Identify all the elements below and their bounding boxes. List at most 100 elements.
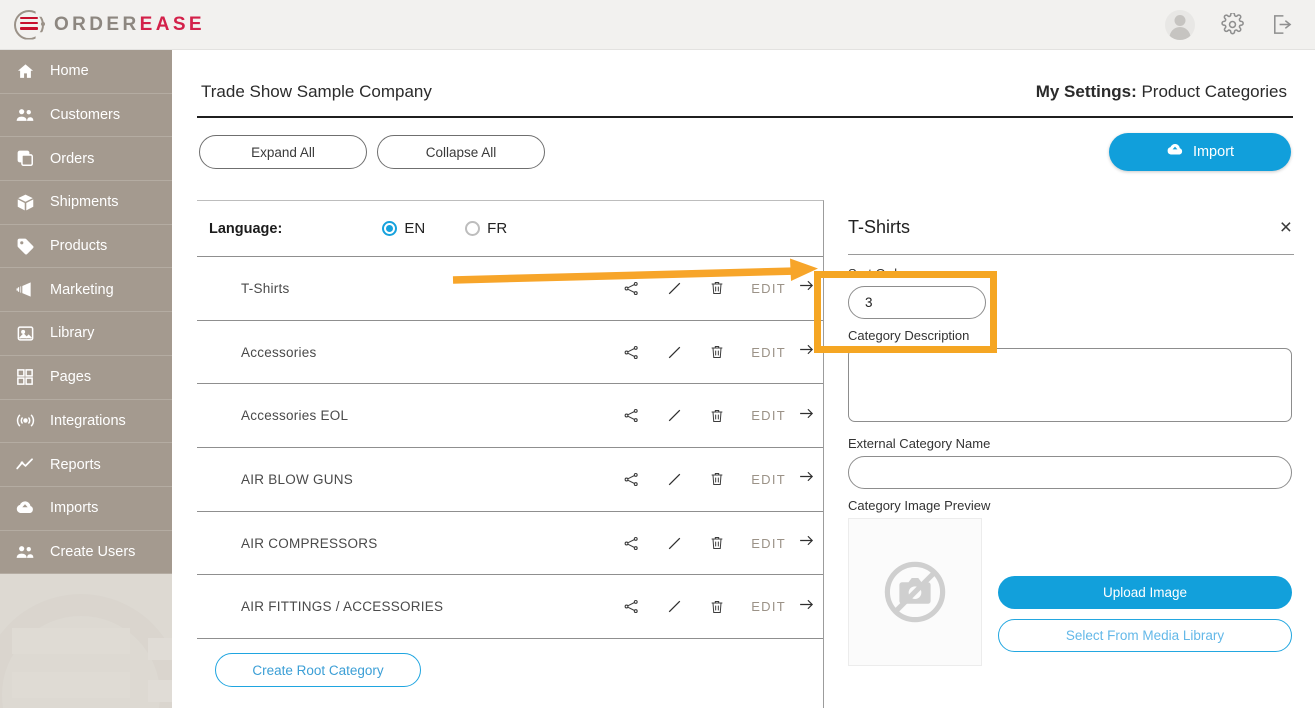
external-category-name-input[interactable] [848, 456, 1292, 489]
sidebar-item-label: Customers [50, 107, 120, 123]
detail-panel-body: Sort Order Category Description External… [824, 255, 1314, 666]
sidebar-item-shipments[interactable]: Shipments [0, 181, 172, 225]
image-preview-box [848, 518, 982, 666]
brand-logo[interactable]: ORDEREASE [0, 10, 205, 40]
edit-link[interactable]: EDIT [751, 599, 786, 614]
pencil-icon[interactable] [666, 471, 683, 488]
company-name: Trade Show Sample Company [201, 82, 432, 102]
edit-link[interactable]: EDIT [751, 281, 786, 296]
arrow-right-icon[interactable] [798, 596, 815, 618]
category-list-panel: Language: EN FR T-Shirts [197, 200, 824, 708]
category-name: T-Shirts [241, 281, 290, 296]
import-button[interactable]: Import [1109, 133, 1291, 171]
trash-icon[interactable] [709, 408, 725, 424]
edit-link[interactable]: EDIT [751, 536, 786, 551]
edit-link[interactable]: EDIT [751, 408, 786, 423]
category-description-textarea[interactable] [848, 348, 1292, 422]
trash-icon[interactable] [709, 535, 725, 551]
grid-icon [14, 368, 36, 386]
table-row[interactable]: T-Shirts EDIT [197, 257, 823, 321]
sidebar-item-label: Create Users [50, 544, 135, 560]
app-root: ORDEREASE [0, 0, 1315, 708]
close-icon[interactable]: × [1280, 217, 1292, 238]
collapse-all-button[interactable]: Collapse All [377, 135, 545, 169]
row-actions: EDIT [623, 532, 815, 554]
language-selector: Language: EN FR [197, 201, 823, 257]
trash-icon[interactable] [709, 344, 725, 360]
sidebar-item-label: Library [50, 325, 94, 341]
share-nodes-icon[interactable] [623, 471, 640, 488]
orders-icon [14, 149, 36, 168]
share-nodes-icon[interactable] [623, 535, 640, 552]
sidebar-item-library[interactable]: Library [0, 312, 172, 356]
category-name: AIR BLOW GUNS [241, 472, 353, 487]
brand-part-ease: EASE [140, 14, 205, 35]
sidebar-item-label: Pages [50, 369, 91, 385]
page-title: My Settings: Product Categories [1036, 82, 1287, 102]
sidebar-item-marketing[interactable]: Marketing [0, 268, 172, 312]
share-nodes-icon[interactable] [623, 280, 640, 297]
row-actions: EDIT [623, 341, 815, 363]
arrow-right-icon[interactable] [798, 468, 815, 490]
table-row[interactable]: AIR COMPRESSORS EDIT [197, 512, 823, 576]
watermark-logo-icon [0, 580, 172, 708]
expand-all-button[interactable]: Expand All [199, 135, 367, 169]
image-icon [14, 324, 36, 343]
sidebar-item-orders[interactable]: Orders [0, 137, 172, 181]
chart-line-icon [14, 454, 36, 475]
sidebar-item-create-users[interactable]: Create Users [0, 531, 172, 575]
arrow-right-icon[interactable] [798, 405, 815, 427]
share-nodes-icon[interactable] [623, 407, 640, 424]
sidebar-item-imports[interactable]: Imports [0, 487, 172, 531]
upload-image-button[interactable]: Upload Image [998, 576, 1292, 609]
sidebar-item-products[interactable]: Products [0, 225, 172, 269]
pencil-icon[interactable] [666, 280, 683, 297]
logout-icon[interactable] [1270, 13, 1293, 36]
image-area: Upload Image Select From Media Library [848, 518, 1292, 666]
sidebar-item-label: Marketing [50, 282, 114, 298]
language-radio-fr[interactable]: FR [465, 220, 507, 237]
sidebar-item-reports[interactable]: Reports [0, 443, 172, 487]
arrow-right-icon[interactable] [798, 277, 815, 299]
avatar[interactable] [1165, 10, 1195, 40]
edit-link[interactable]: EDIT [751, 472, 786, 487]
edit-link[interactable]: EDIT [751, 345, 786, 360]
detail-panel-title: T-Shirts [848, 217, 910, 238]
trash-icon[interactable] [709, 471, 725, 487]
language-radio-en[interactable]: EN [382, 220, 425, 237]
arrow-right-icon[interactable] [798, 341, 815, 363]
tag-icon [14, 237, 36, 256]
gear-icon[interactable] [1221, 13, 1244, 36]
trash-icon[interactable] [709, 599, 725, 615]
table-row[interactable]: Accessories EOL EDIT [197, 384, 823, 448]
trash-icon[interactable] [709, 280, 725, 296]
users-icon [14, 105, 36, 125]
table-row[interactable]: AIR FITTINGS / ACCESSORIES EDIT [197, 575, 823, 639]
sidebar-item-label: Reports [50, 457, 101, 473]
create-root-wrap: Create Root Category [197, 639, 823, 687]
category-description-label: Category Description [848, 328, 1292, 343]
sidebar-item-customers[interactable]: Customers [0, 94, 172, 138]
pencil-icon[interactable] [666, 407, 683, 424]
select-from-media-library-button[interactable]: Select From Media Library [998, 619, 1292, 652]
pencil-icon[interactable] [666, 344, 683, 361]
table-row[interactable]: Accessories EDIT [197, 321, 823, 385]
sidebar-item-pages[interactable]: Pages [0, 356, 172, 400]
page-header: Trade Show Sample Company My Settings: P… [173, 50, 1315, 102]
share-nodes-icon[interactable] [623, 344, 640, 361]
pencil-icon[interactable] [666, 598, 683, 615]
top-bar: ORDEREASE [0, 0, 1315, 50]
category-name: AIR FITTINGS / ACCESSORIES [241, 599, 443, 614]
radio-en-icon [382, 221, 397, 236]
sidebar-item-label: Integrations [50, 413, 126, 429]
sort-order-input[interactable] [848, 286, 986, 319]
create-root-category-button[interactable]: Create Root Category [215, 653, 421, 687]
arrow-right-icon[interactable] [798, 532, 815, 554]
pencil-icon[interactable] [666, 535, 683, 552]
sidebar-item-home[interactable]: Home [0, 50, 172, 94]
share-nodes-icon[interactable] [623, 598, 640, 615]
table-row[interactable]: AIR BLOW GUNS EDIT [197, 448, 823, 512]
sidebar-item-label: Products [50, 238, 107, 254]
sidebar-item-integrations[interactable]: Integrations [0, 400, 172, 444]
row-actions: EDIT [623, 596, 815, 618]
